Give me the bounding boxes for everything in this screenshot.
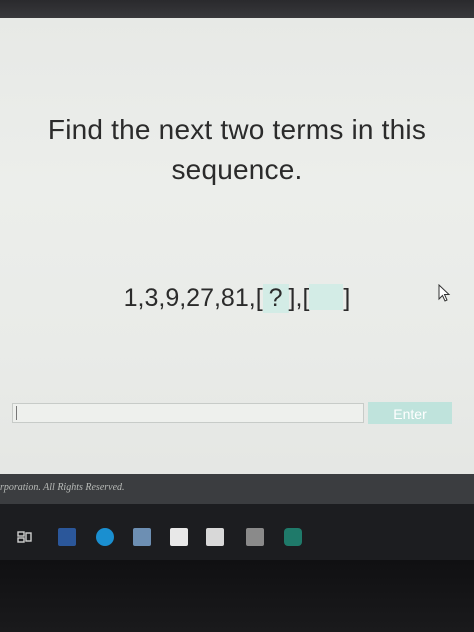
blank-2-open-bracket: [ (302, 284, 310, 312)
app-icon[interactable] (284, 528, 302, 546)
blank-2-answer-slot[interactable] (309, 284, 344, 311)
photos-icon[interactable] (133, 528, 151, 546)
blank-2-close-bracket: ] (343, 284, 351, 312)
copyright-text: rporation. All Rights Reserved. (0, 482, 125, 493)
enter-button[interactable]: Enter (368, 402, 452, 424)
text-caret (16, 406, 17, 420)
question-line-2: sequence. (171, 154, 303, 185)
app-screen: Find the next two terms in this sequence… (0, 18, 474, 494)
task-view-icon[interactable] (16, 528, 34, 546)
blank-1-close-bracket: ], (288, 284, 303, 312)
sequence-terms: 1,3,9,27,81, (123, 284, 256, 312)
store-icon[interactable] (170, 528, 188, 546)
mouse-pointer-icon (438, 284, 451, 302)
edge-icon[interactable] (96, 528, 114, 546)
answer-input[interactable] (12, 403, 364, 423)
word-icon[interactable] (58, 528, 76, 546)
mail-icon[interactable] (206, 528, 224, 546)
sequence-expression: 1,3,9,27,81,[ ? ],[] (0, 284, 474, 313)
blank-1-open-bracket: [ (255, 284, 263, 312)
monitor-bottom-bezel (0, 560, 474, 632)
calculator-icon[interactable] (246, 528, 264, 546)
blank-1-answer-slot[interactable]: ? (262, 284, 289, 313)
question-text: Find the next two terms in this sequence… (0, 110, 474, 190)
question-line-1: Find the next two terms in this (47, 114, 427, 145)
